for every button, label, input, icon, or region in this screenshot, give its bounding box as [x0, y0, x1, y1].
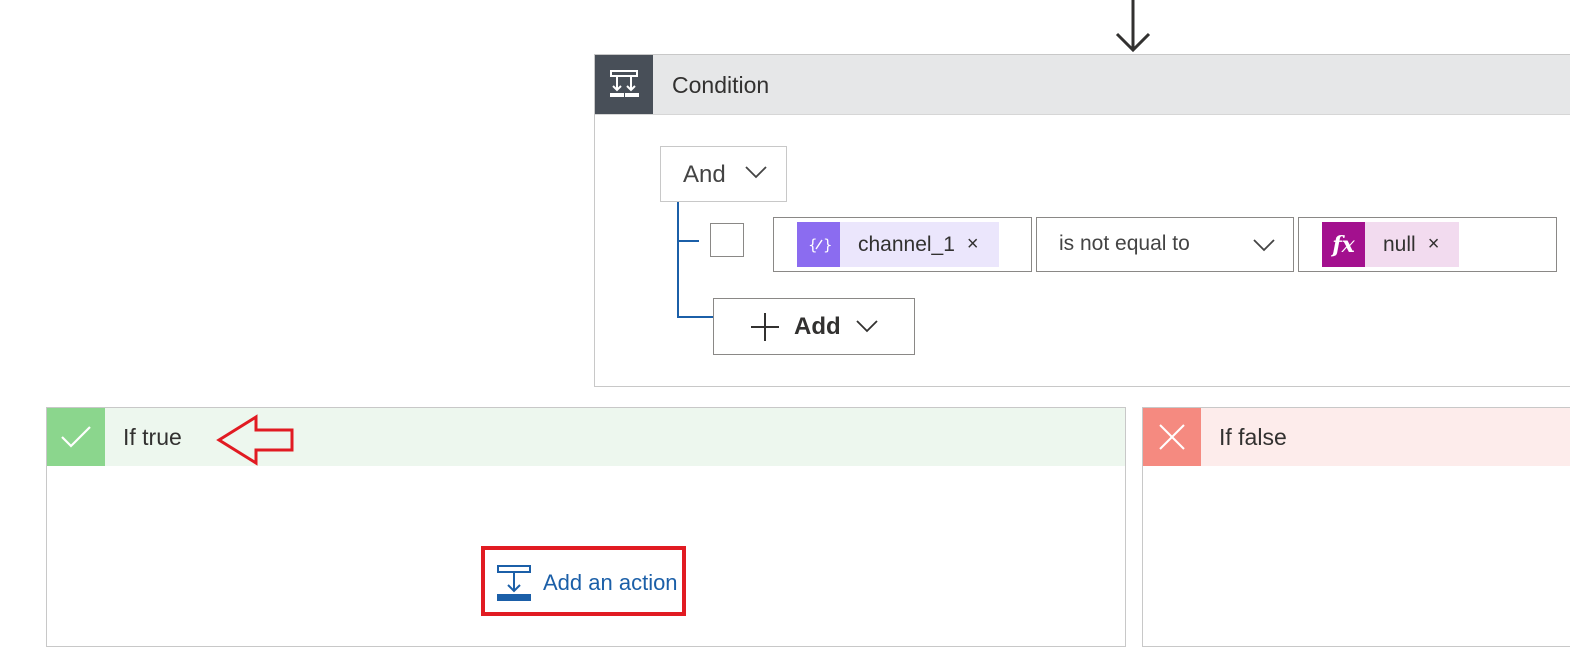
svg-text:{: {	[808, 236, 818, 254]
expression-fx-icon: fx	[1322, 222, 1365, 267]
flow-down-arrow-icon	[1115, 0, 1151, 53]
tree-connector-row	[677, 240, 699, 242]
annotation-highlight-box: Add an action	[481, 546, 686, 616]
chevron-down-icon	[856, 320, 878, 333]
group-operator-label: And	[683, 161, 726, 188]
plus-icon	[751, 313, 779, 341]
if-false-header[interactable]: If false	[1143, 408, 1570, 466]
dynamic-content-token[interactable]: { } channel_1 ×	[797, 222, 999, 267]
if-true-header[interactable]: If true	[47, 408, 1125, 466]
left-operand-field[interactable]: { } channel_1 ×	[773, 217, 1032, 272]
svg-text:}: }	[823, 236, 831, 254]
add-button-label: Add	[794, 313, 841, 340]
expression-token[interactable]: fx null ×	[1322, 222, 1460, 267]
condition-card: Condition And { } channel_1 × is not equ…	[594, 54, 1570, 387]
close-x-icon	[1143, 408, 1201, 466]
right-operand-field[interactable]: fx null ×	[1298, 217, 1557, 272]
chevron-down-icon	[1253, 239, 1275, 252]
remove-token-icon[interactable]: ×	[1416, 233, 1460, 256]
if-true-title: If true	[123, 424, 182, 450]
add-action-link[interactable]: Add an action	[495, 564, 678, 602]
dynamic-content-icon: { }	[797, 222, 840, 267]
if-false-branch: If false	[1142, 407, 1570, 647]
operator-dropdown[interactable]: is not equal to	[1036, 217, 1294, 272]
annotation-arrow-left-icon	[216, 414, 294, 466]
if-false-title: If false	[1219, 424, 1287, 450]
add-condition-button[interactable]: Add	[713, 298, 915, 355]
condition-header[interactable]: Condition	[595, 55, 1570, 115]
checkmark-icon	[47, 408, 105, 466]
token-label: null	[1383, 232, 1416, 256]
chevron-down-icon	[745, 166, 767, 179]
tree-connector-vertical	[677, 202, 679, 317]
tree-connector-add	[677, 316, 713, 318]
add-action-icon	[497, 565, 531, 601]
operator-label: is not equal to	[1059, 232, 1190, 255]
token-label: channel_1	[858, 232, 955, 256]
add-action-label: Add an action	[543, 570, 678, 595]
remove-token-icon[interactable]: ×	[955, 233, 999, 256]
group-operator-dropdown[interactable]: And	[660, 146, 787, 202]
row-select-checkbox[interactable]	[710, 223, 744, 257]
condition-icon	[595, 55, 653, 114]
condition-title: Condition	[672, 72, 770, 98]
